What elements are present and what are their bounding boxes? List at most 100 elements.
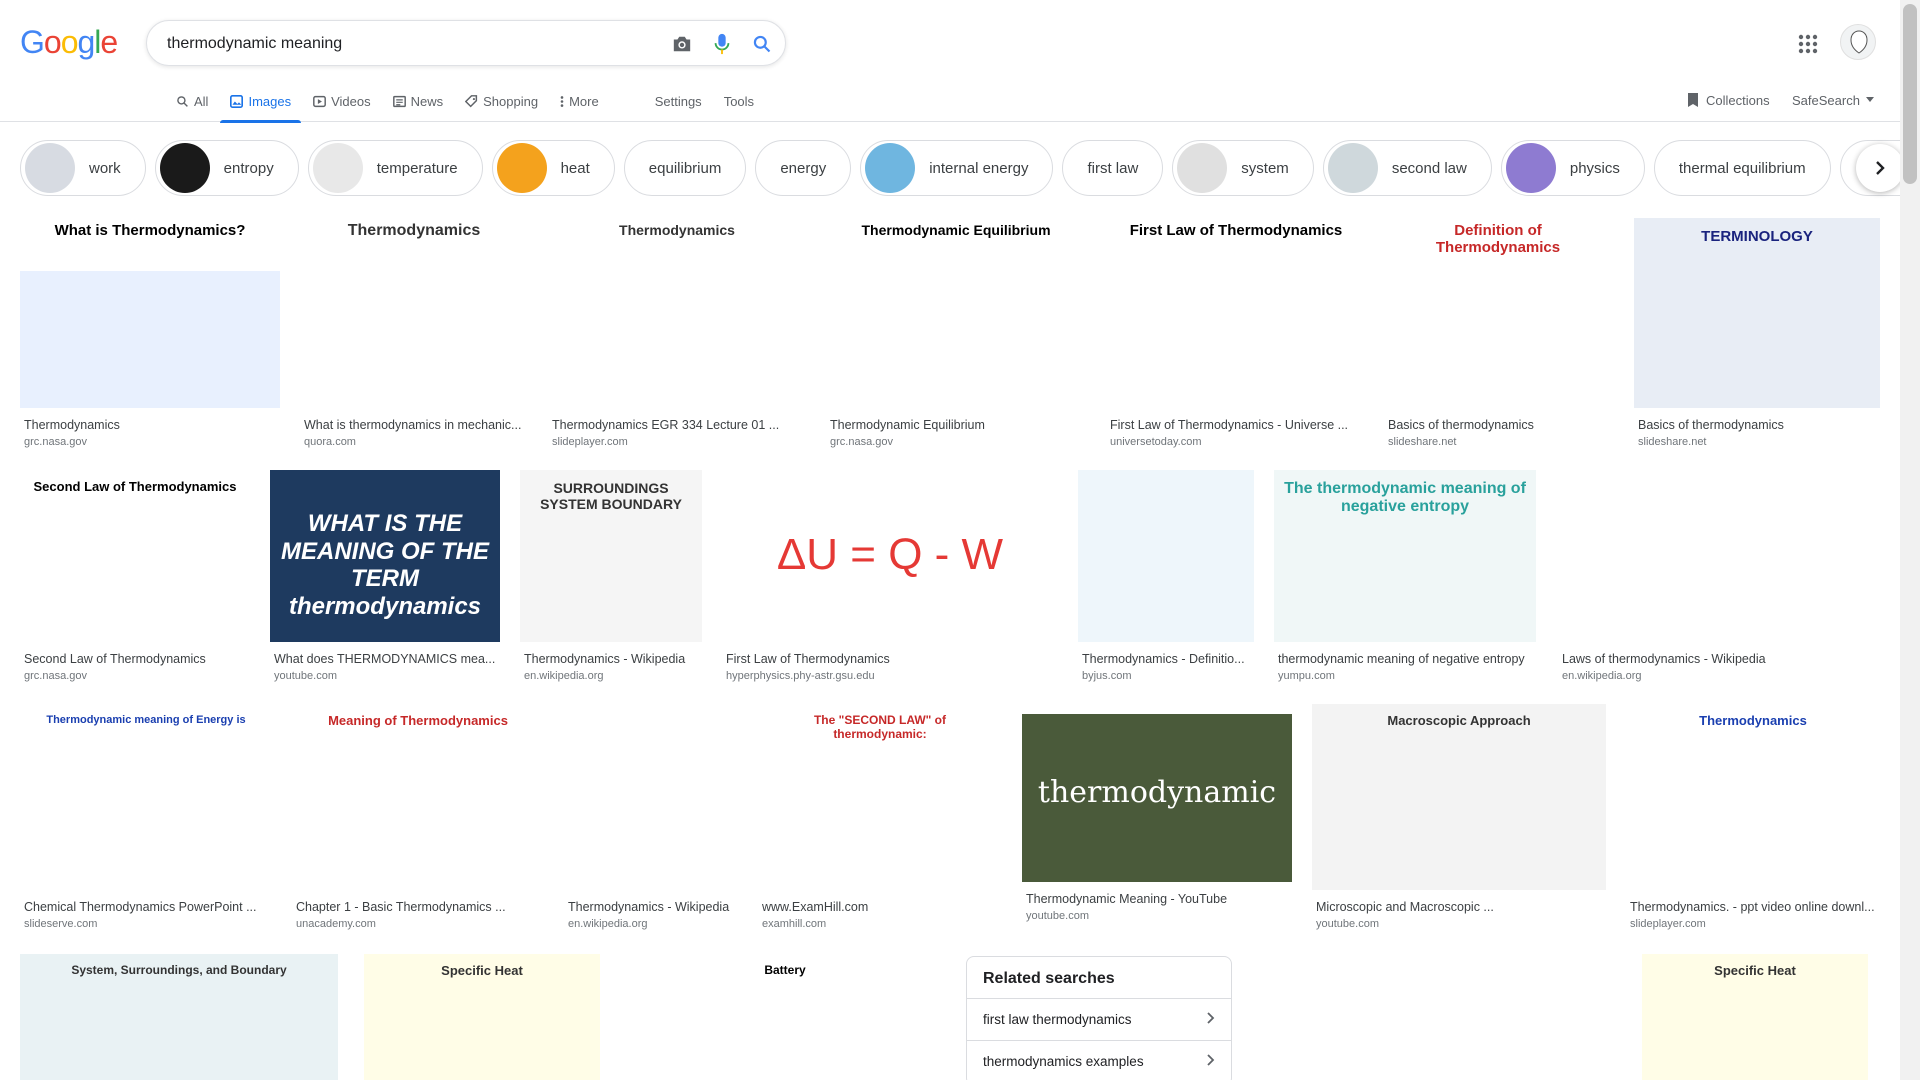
result-thumbnail[interactable]: Thermodynamics bbox=[548, 212, 806, 408]
result-thumbnail[interactable]: Meaning of Thermodynamics bbox=[292, 704, 544, 890]
apps-grid-icon[interactable] bbox=[1796, 32, 1820, 56]
result-title[interactable]: First Law of Thermodynamics - Universe .… bbox=[1110, 418, 1362, 432]
result-title[interactable]: Chemical Thermodynamics PowerPoint ... bbox=[24, 900, 268, 914]
thumbnail-text: What is Thermodynamics? bbox=[54, 222, 246, 239]
chip-thumbnail bbox=[159, 143, 210, 193]
result-title[interactable]: Thermodynamic Equilibrium bbox=[830, 418, 1082, 432]
scrollbar-thumb[interactable] bbox=[1903, 4, 1917, 184]
result-thumbnail[interactable]: TERMINOLOGY bbox=[1634, 218, 1880, 408]
google-logo[interactable]: Google bbox=[20, 24, 118, 61]
result-thumbnail[interactable]: Second Law of Thermodynamics bbox=[20, 470, 250, 642]
result-title[interactable]: Second Law of Thermodynamics bbox=[24, 652, 246, 666]
result-thumbnail[interactable]: SURROUNDINGS SYSTEM BOUNDARY bbox=[520, 470, 702, 642]
chip-temperature[interactable]: temperature bbox=[307, 140, 483, 196]
result-title[interactable]: Microscopic and Macroscopic ... bbox=[1316, 900, 1602, 914]
tab-settings[interactable]: Settings bbox=[645, 88, 712, 122]
result-title[interactable]: Thermodynamic Meaning - YouTube bbox=[1026, 892, 1288, 906]
chip-internal-energy[interactable]: internal energy bbox=[860, 140, 1054, 196]
result-thumbnail[interactable]: Specific Heat bbox=[364, 954, 600, 1080]
result-title[interactable]: Laws of thermodynamics - Wikipedia bbox=[1562, 652, 1876, 666]
result-title[interactable]: Thermodynamics EGR 334 Lecture 01 ... bbox=[552, 418, 802, 432]
result-thumbnail[interactable] bbox=[1078, 470, 1254, 642]
result-title[interactable]: thermodynamic meaning of negative entrop… bbox=[1278, 652, 1532, 666]
result-thumbnail[interactable]: Battery bbox=[624, 954, 946, 1080]
chip-work[interactable]: work bbox=[20, 140, 146, 196]
related-search-item[interactable]: first law thermodynamics bbox=[967, 998, 1231, 1040]
search-icon[interactable] bbox=[749, 31, 775, 57]
result-source: slideshare.net bbox=[1638, 436, 1707, 448]
related-search-item[interactable]: thermodynamics examples bbox=[967, 1040, 1231, 1080]
tab-news[interactable]: News bbox=[383, 88, 454, 122]
camera-icon[interactable] bbox=[669, 31, 695, 57]
chip-label: entropy bbox=[223, 159, 274, 177]
result-title[interactable]: Thermodynamics. - ppt video online downl… bbox=[1630, 900, 1876, 914]
result-thumbnail[interactable]: What is Thermodynamics? bbox=[20, 212, 280, 408]
microphone-icon[interactable] bbox=[709, 31, 735, 57]
logo-letter: G bbox=[20, 24, 45, 60]
avatar[interactable] bbox=[1840, 24, 1876, 60]
result-thumbnail[interactable]: Thermodynamics bbox=[300, 212, 528, 408]
thumbnail-text: Thermodynamics bbox=[347, 222, 481, 239]
result-thumbnail[interactable]: First Law of Thermodynamics bbox=[1106, 212, 1366, 408]
result-thumbnail[interactable]: The "SECOND LAW" of thermodynamic: bbox=[758, 704, 1002, 890]
thumbnail-text: Specific Heat bbox=[1714, 963, 1796, 978]
result-thumbnail[interactable]: The thermodynamic meaning of negative en… bbox=[1274, 470, 1536, 642]
tab-more[interactable]: More bbox=[550, 88, 609, 122]
chip-first-law[interactable]: first law bbox=[1062, 140, 1164, 196]
chip-equilibrium[interactable]: equilibrium bbox=[623, 140, 747, 196]
logo-letter: o bbox=[60, 24, 79, 60]
result-title[interactable]: Thermodynamics bbox=[24, 418, 276, 432]
result-source: quora.com bbox=[304, 436, 356, 448]
result-thumbnail[interactable]: Specific Heat bbox=[1642, 954, 1868, 1080]
result-thumbnail[interactable] bbox=[564, 704, 738, 890]
chip-thermal-equilibrium[interactable]: thermal equilibrium bbox=[1653, 140, 1831, 196]
header: Google All Images Videos News Shopping More Se… bbox=[0, 0, 1900, 123]
related-searches-panel: Related searches first law thermodynamic… bbox=[966, 956, 1232, 1080]
tab-label: More bbox=[569, 93, 599, 109]
related-searches-heading: Related searches bbox=[983, 970, 1115, 987]
tab-shopping[interactable]: Shopping bbox=[455, 88, 548, 122]
result-thumbnail[interactable]: Macroscopic Approach bbox=[1312, 704, 1606, 890]
chip-system[interactable]: system bbox=[1172, 140, 1314, 196]
tab-images[interactable]: Images bbox=[220, 88, 301, 123]
search-tabs: All Images Videos News Shopping More Settings T… bbox=[166, 88, 766, 123]
result-title[interactable]: Basics of thermodynamics bbox=[1388, 418, 1608, 432]
result-source: byjus.com bbox=[1082, 670, 1132, 682]
tag-icon bbox=[465, 94, 478, 108]
result-thumbnail[interactable] bbox=[1558, 470, 1880, 642]
result-thumbnail[interactable]: ΔU = Q - W bbox=[722, 470, 1058, 642]
result-title[interactable]: Basics of thermodynamics bbox=[1638, 418, 1876, 432]
result-title[interactable]: Thermodynamics - Wikipedia bbox=[524, 652, 698, 666]
result-title[interactable]: Thermodynamics - Definitio... bbox=[1082, 652, 1250, 666]
search-input[interactable] bbox=[167, 32, 627, 56]
result-title[interactable]: What is thermodynamics in mechanic... bbox=[304, 418, 524, 432]
result-title[interactable]: www.ExamHill.com bbox=[762, 900, 998, 914]
result-thumbnail[interactable]: System, Surroundings, and Boundary bbox=[20, 954, 338, 1080]
collections-link[interactable]: Collections bbox=[1686, 88, 1770, 112]
chevron-right-icon[interactable] bbox=[1856, 144, 1904, 192]
result-thumbnail[interactable]: Thermodynamics bbox=[1626, 704, 1880, 890]
result-thumbnail[interactable]: Thermodynamic meaning of Energy is bbox=[20, 704, 272, 890]
result-source: youtube.com bbox=[1026, 910, 1089, 922]
chip-physics[interactable]: physics bbox=[1500, 140, 1645, 196]
chip-label: equilibrium bbox=[648, 159, 722, 177]
result-title[interactable]: First Law of Thermodynamics bbox=[726, 652, 1054, 666]
result-thumbnail[interactable] bbox=[1252, 960, 1608, 1080]
result-thumbnail[interactable]: WHAT IS THE MEANING OF THE TERM thermody… bbox=[270, 470, 500, 642]
tab-all[interactable]: All bbox=[166, 88, 218, 122]
result-thumbnail[interactable]: thermodynamic bbox=[1022, 714, 1292, 882]
thumbnail-text: Thermodynamics bbox=[619, 222, 735, 238]
result-title[interactable]: Chapter 1 - Basic Thermodynamics ... bbox=[296, 900, 540, 914]
result-thumbnail[interactable]: Thermodynamic Equilibrium bbox=[826, 212, 1086, 408]
chip-heat[interactable]: heat bbox=[491, 140, 615, 196]
result-title[interactable]: Thermodynamics - Wikipedia bbox=[568, 900, 734, 914]
result-thumbnail[interactable]: Definition of Thermodynamics bbox=[1384, 212, 1612, 408]
tab-tools[interactable]: Tools bbox=[714, 88, 764, 122]
safesearch-dropdown[interactable]: SafeSearch bbox=[1792, 88, 1874, 112]
thumbnail-text: Definition of Thermodynamics bbox=[1435, 222, 1561, 257]
chip-second-law[interactable]: second law bbox=[1322, 140, 1492, 196]
chip-entropy[interactable]: entropy bbox=[154, 140, 299, 196]
tab-videos[interactable]: Videos bbox=[303, 88, 381, 122]
chip-energy[interactable]: energy bbox=[755, 140, 852, 196]
result-title[interactable]: What does THERMODYNAMICS mea... bbox=[274, 652, 496, 666]
